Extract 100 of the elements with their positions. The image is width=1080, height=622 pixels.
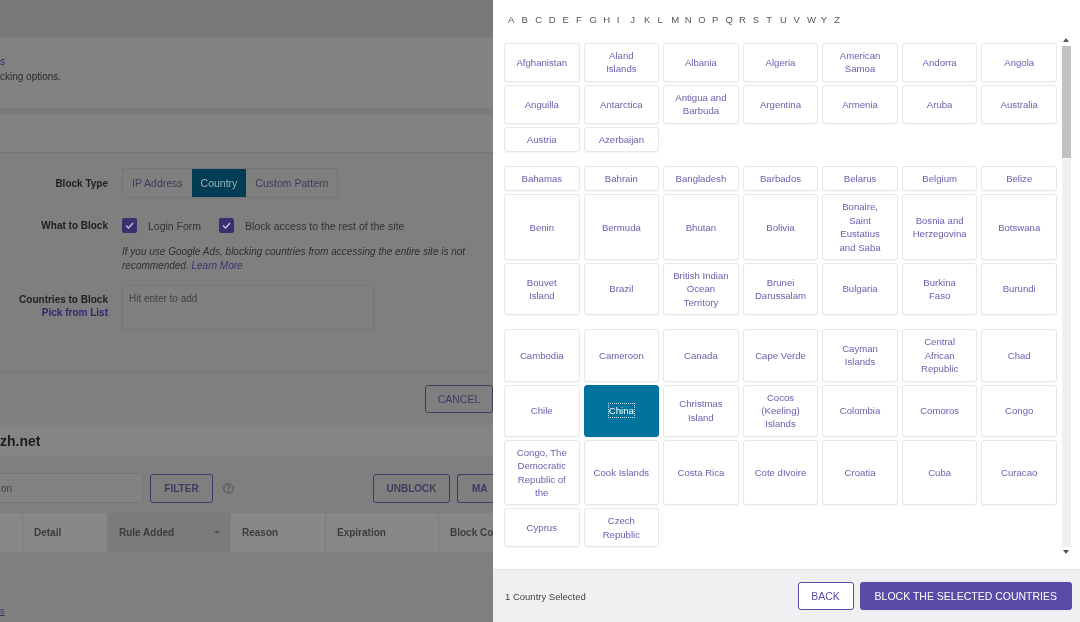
country-tile[interactable]: Austria bbox=[504, 126, 580, 153]
country-tile[interactable]: Cook Islands bbox=[583, 439, 660, 506]
country-tile[interactable]: Belize bbox=[981, 166, 1057, 192]
alphabet-letter[interactable]: Q bbox=[725, 14, 740, 33]
country-tile[interactable]: Chad bbox=[981, 329, 1057, 382]
country-tile[interactable]: Azerbaijan bbox=[583, 126, 660, 153]
alphabet-letter[interactable]: M bbox=[671, 14, 685, 33]
alphabet-letter[interactable]: N bbox=[684, 14, 699, 33]
country-tile[interactable]: Antigua and Barbuda bbox=[663, 84, 739, 124]
country-tile[interactable]: Argentina bbox=[742, 84, 819, 124]
country-tile[interactable]: Cayman Islands bbox=[822, 329, 898, 382]
what-to-block-label: What to Block bbox=[40, 220, 108, 231]
country-tile[interactable]: Curacao bbox=[981, 439, 1057, 506]
country-tile[interactable]: Cambodia bbox=[504, 329, 580, 382]
country-tile[interactable]: Christmas Island bbox=[663, 384, 739, 437]
checkbox[interactable] bbox=[122, 218, 137, 233]
country-tile[interactable]: Cameroon bbox=[583, 329, 660, 382]
alphabet-letter[interactable]: I bbox=[616, 14, 631, 33]
country-tile[interactable]: Anguilla bbox=[504, 84, 580, 124]
back-button[interactable]: BACK bbox=[797, 582, 854, 610]
alphabet-letter[interactable]: K bbox=[643, 14, 658, 33]
checkbox[interactable] bbox=[219, 218, 235, 233]
country-tile[interactable]: Canada bbox=[663, 329, 739, 382]
country-tile[interactable]: Cape Verde bbox=[742, 329, 819, 382]
column-header[interactable]: Reason bbox=[230, 513, 325, 552]
country-tile[interactable]: Antarctica bbox=[583, 84, 660, 124]
country-tile[interactable]: Costa Rica bbox=[663, 439, 739, 506]
country-tile[interactable]: British Indian Ocean Territory bbox=[663, 263, 739, 316]
country-tile[interactable]: Burundi bbox=[981, 263, 1057, 316]
country-tile[interactable]: Brazil bbox=[583, 263, 660, 316]
country-tile[interactable]: Bolivia bbox=[742, 194, 819, 261]
country-tile[interactable]: Bulgaria bbox=[822, 263, 898, 316]
country-tile[interactable]: Congo, The Democratic Republic of the bbox=[504, 439, 580, 506]
country-tile[interactable]: Cote dIvoire bbox=[742, 439, 819, 506]
country-tile[interactable]: Cuba bbox=[901, 439, 978, 506]
alphabet-letter[interactable]: D bbox=[548, 14, 563, 33]
alphabet-letter[interactable]: G bbox=[589, 14, 604, 33]
alphabet-letter[interactable]: R bbox=[739, 14, 753, 33]
country-tile[interactable]: Brunei Darussalam bbox=[742, 263, 819, 316]
country-tile[interactable]: Andorra bbox=[901, 43, 978, 82]
country-tile[interactable]: Belgium bbox=[901, 166, 978, 192]
country-tile[interactable]: Comoros bbox=[901, 384, 978, 437]
alphabet-letter[interactable]: T bbox=[766, 14, 780, 33]
alphabet-letter[interactable]: S bbox=[752, 14, 767, 33]
alphabet-letter[interactable]: L bbox=[657, 14, 672, 33]
countries-input-field[interactable]: Hit enter to add bbox=[122, 285, 374, 330]
country-tile[interactable]: Czech Republic bbox=[583, 508, 660, 548]
country-tile[interactable]: Bosnia and Herzegovina bbox=[901, 194, 978, 261]
block-countries-button[interactable]: BLOCK THE SELECTED COUNTRIES bbox=[859, 582, 1072, 610]
help-icon[interactable] bbox=[223, 482, 234, 494]
pick-from-list-link[interactable]: Pick from List bbox=[41, 307, 108, 318]
country-tile[interactable]: Bermuda bbox=[583, 194, 660, 261]
alphabet-letter[interactable]: H bbox=[603, 14, 617, 33]
alphabet-letter[interactable]: E bbox=[562, 14, 576, 33]
country-tile[interactable]: Cocos (Keeling) Islands bbox=[742, 384, 819, 437]
column-header[interactable]: Expiration bbox=[325, 513, 438, 552]
country-tile[interactable]: Aland Islands bbox=[583, 43, 660, 82]
country-tile[interactable]: Barbados bbox=[742, 166, 819, 192]
country-tile[interactable]: Bahrain bbox=[583, 166, 660, 192]
alphabet-letter[interactable]: J bbox=[630, 14, 644, 33]
country-tile[interactable]: Angola bbox=[981, 43, 1057, 82]
scrollbar-thumb[interactable] bbox=[1061, 46, 1071, 158]
country-tile[interactable]: Bouvet Island bbox=[504, 263, 580, 316]
country-tile[interactable]: Bangladesh bbox=[663, 166, 739, 192]
settings-link[interactable]: s bbox=[0, 56, 493, 67]
country-tile[interactable]: Benin bbox=[504, 194, 580, 261]
country-tile[interactable]: Congo bbox=[981, 384, 1057, 437]
alphabet-letter[interactable]: Y bbox=[820, 14, 835, 33]
country-tile[interactable]: Afghanistan bbox=[504, 43, 580, 82]
country-tile[interactable]: Botswana bbox=[981, 194, 1057, 261]
alphabet-letter[interactable]: F bbox=[575, 14, 590, 33]
country-tile[interactable]: China bbox=[583, 384, 660, 437]
alphabet-letter[interactable]: P bbox=[711, 14, 726, 33]
country-tile[interactable]: Bonaire, Saint Eustatius and Saba bbox=[822, 194, 898, 261]
alphabet-letter[interactable]: O bbox=[698, 14, 712, 33]
country-tile[interactable]: Central African Republic bbox=[901, 329, 978, 382]
alphabet-letter[interactable]: W bbox=[807, 14, 821, 33]
country-tile[interactable]: Bahamas bbox=[504, 166, 580, 192]
alphabet-letter[interactable]: C bbox=[535, 14, 549, 33]
country-tile[interactable]: Colombia bbox=[822, 384, 898, 437]
country-tile[interactable]: Australia bbox=[981, 84, 1057, 124]
alphabet-letter[interactable]: A bbox=[508, 14, 522, 33]
country-tile[interactable]: Belarus bbox=[822, 166, 898, 192]
alphabet-letter[interactable]: Z bbox=[834, 14, 848, 33]
country-tile[interactable]: Armenia bbox=[822, 84, 898, 124]
country-tile[interactable]: Burkina Faso bbox=[901, 263, 978, 316]
country-tile[interactable]: Chile bbox=[504, 384, 580, 437]
alphabet-letter[interactable]: B bbox=[521, 14, 536, 33]
alphabet-letter[interactable]: U bbox=[779, 14, 794, 33]
country-tile[interactable]: Bhutan bbox=[663, 194, 739, 261]
alphabet-letter[interactable]: V bbox=[793, 14, 808, 33]
filter-input-field[interactable]: on bbox=[0, 473, 143, 503]
country-tile[interactable]: Aruba bbox=[901, 84, 978, 124]
country-tile[interactable]: Albania bbox=[663, 43, 739, 82]
country-tile[interactable]: Cyprus bbox=[504, 508, 580, 548]
country-tile[interactable]: Croatia bbox=[822, 439, 898, 506]
country-tile[interactable]: American Samoa bbox=[822, 43, 898, 82]
block-type-label: Block Type bbox=[54, 177, 108, 189]
country-tile[interactable]: Algeria bbox=[742, 43, 819, 82]
block-type-tab[interactable]: Country bbox=[191, 169, 247, 197]
